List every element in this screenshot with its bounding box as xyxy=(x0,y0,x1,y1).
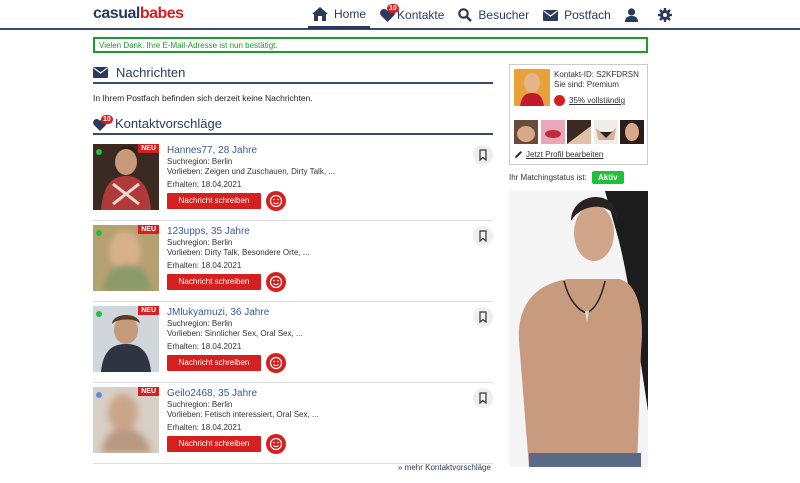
gear-icon xyxy=(657,8,672,22)
online-status-dot xyxy=(96,230,102,236)
top-navigation-bar: casualbabes Home 10 Kontakte Besucher Po… xyxy=(0,0,800,30)
contact-card: NEU Hannes77, 28 Jahre Suchregion: Berli… xyxy=(93,143,493,221)
contact-received: Erhalten: 18.04.2021 xyxy=(167,423,242,432)
profile-summary: Kontakt-ID: S2KFDRSN Sie sind: Premium 3… xyxy=(509,64,648,165)
user-icon xyxy=(624,8,638,22)
promo-image[interactable] xyxy=(509,191,648,467)
messages-title: Nachrichten xyxy=(116,65,186,80)
contact-region: Suchregion: Berlin xyxy=(167,319,233,328)
new-badge: NEU xyxy=(138,144,159,153)
bookmark-icon xyxy=(479,149,487,162)
thumbnail[interactable] xyxy=(514,120,538,144)
thumbnail[interactable] xyxy=(567,120,591,144)
more-suggestions-link[interactable]: » mehr Kontaktvorschläge xyxy=(398,463,491,472)
smile-icon xyxy=(269,275,283,289)
away-status-dot xyxy=(96,392,102,398)
bookmark-icon xyxy=(479,230,487,243)
kontakte-count-badge: 10 xyxy=(387,4,399,13)
main-nav: Home 10 Kontakte Besucher Postfach xyxy=(308,0,688,30)
contact-id: Kontakt-ID: S2KFDRSN xyxy=(554,70,639,79)
profile-progress-indicator xyxy=(554,95,565,106)
suggestions-title: Kontaktvorschläge xyxy=(115,116,222,131)
contact-card: NEU Geilo2468, 35 Jahre Suchregion: Berl… xyxy=(93,386,493,464)
bookmark-icon xyxy=(479,311,487,324)
matching-status-label: Ihr Matchingstatus ist: xyxy=(509,173,587,182)
new-badge: NEU xyxy=(138,306,159,315)
send-smile-button[interactable] xyxy=(266,272,286,292)
home-icon xyxy=(312,6,328,21)
profile-thumbnails xyxy=(514,120,647,144)
write-message-button[interactable]: Nachricht schreiben xyxy=(167,436,261,452)
write-message-button[interactable]: Nachricht schreiben xyxy=(167,274,261,290)
smile-icon xyxy=(269,356,283,370)
site-logo[interactable]: casualbabes xyxy=(93,5,184,23)
contact-region: Suchregion: Berlin xyxy=(167,238,233,247)
write-message-button[interactable]: Nachricht schreiben xyxy=(167,355,261,371)
nav-home[interactable]: Home xyxy=(308,1,371,29)
contact-name[interactable]: Geilo2468, 35 Jahre xyxy=(167,388,257,399)
messages-empty-text: In Ihrem Postfach befinden sich derzeit … xyxy=(93,93,313,103)
nav-besucher[interactable]: Besucher xyxy=(454,1,533,29)
nav-settings[interactable] xyxy=(654,1,682,29)
contact-avatar[interactable]: NEU xyxy=(93,225,159,291)
thumbnail[interactable] xyxy=(593,120,618,144)
nav-profile[interactable] xyxy=(621,1,648,29)
contact-card: NEU 123upps, 35 Jahre Suchregion: Berlin… xyxy=(93,224,493,302)
bookmark-button[interactable] xyxy=(473,226,493,246)
contact-likes: Vorlieben: Fetisch interessiert, Oral Se… xyxy=(167,410,319,419)
thumbnail[interactable] xyxy=(540,120,565,144)
contact-likes: Vorlieben: Sinnlicher Sex, Oral Sex, ... xyxy=(167,329,303,338)
write-message-button[interactable]: Nachricht schreiben xyxy=(167,193,261,209)
contact-name[interactable]: 123upps, 35 Jahre xyxy=(167,226,250,237)
edit-profile-link[interactable]: Jetzt Profil bearbeiten xyxy=(514,150,603,159)
online-status-dot xyxy=(96,149,102,155)
pencil-icon xyxy=(515,151,522,158)
contact-name[interactable]: Hannes77, 28 Jahre xyxy=(167,145,257,156)
contact-likes: Vorlieben: Dirty Talk, Besondere Orte, .… xyxy=(167,248,310,257)
contact-avatar[interactable]: NEU xyxy=(93,144,159,210)
contact-received: Erhalten: 18.04.2021 xyxy=(167,342,242,351)
contact-avatar[interactable]: NEU xyxy=(93,387,159,453)
bookmark-button[interactable] xyxy=(473,388,493,408)
contact-region: Suchregion: Berlin xyxy=(167,400,233,409)
contact-region: Suchregion: Berlin xyxy=(167,157,233,166)
contact-card: NEU JMlukyamuzi, 36 Jahre Suchregion: Be… xyxy=(93,305,493,383)
thumbnail[interactable] xyxy=(620,120,644,144)
send-smile-button[interactable] xyxy=(266,353,286,373)
bookmark-button[interactable] xyxy=(473,145,493,165)
envelope-icon xyxy=(543,9,559,21)
profile-completeness-link[interactable]: 35% vollständig xyxy=(569,96,625,105)
envelope-icon xyxy=(93,67,108,78)
contact-received: Erhalten: 18.04.2021 xyxy=(167,261,242,270)
matching-status-badge: Aktiv xyxy=(592,171,624,184)
contact-avatar[interactable]: NEU xyxy=(93,306,159,372)
confirmation-message: Vielen Dank. Ihre E-Mail-Adresse ist nun… xyxy=(93,37,648,53)
bookmark-button[interactable] xyxy=(473,307,493,327)
search-icon xyxy=(458,8,473,22)
smile-icon xyxy=(269,194,283,208)
smile-icon xyxy=(269,437,283,451)
online-status-dot xyxy=(96,311,102,317)
contact-received: Erhalten: 18.04.2021 xyxy=(167,180,242,189)
suggestions-count-badge: 10 xyxy=(101,115,113,124)
contact-name[interactable]: JMlukyamuzi, 36 Jahre xyxy=(167,307,269,318)
contact-likes: Vorlieben: Zeigen und Zuschauen, Dirty T… xyxy=(167,167,335,176)
nav-kontakte[interactable]: 10 Kontakte xyxy=(376,1,448,29)
bookmark-icon xyxy=(479,392,487,405)
profile-photo[interactable] xyxy=(514,69,550,106)
messages-header: Nachrichten xyxy=(93,63,493,84)
send-smile-button[interactable] xyxy=(266,434,286,454)
new-badge: NEU xyxy=(138,387,159,396)
membership-status: Sie sind: Premium xyxy=(554,80,619,89)
nav-postfach[interactable]: Postfach xyxy=(539,1,615,29)
new-badge: NEU xyxy=(138,225,159,234)
suggestions-header: 10 Kontaktvorschläge xyxy=(93,114,493,135)
send-smile-button[interactable] xyxy=(266,191,286,211)
